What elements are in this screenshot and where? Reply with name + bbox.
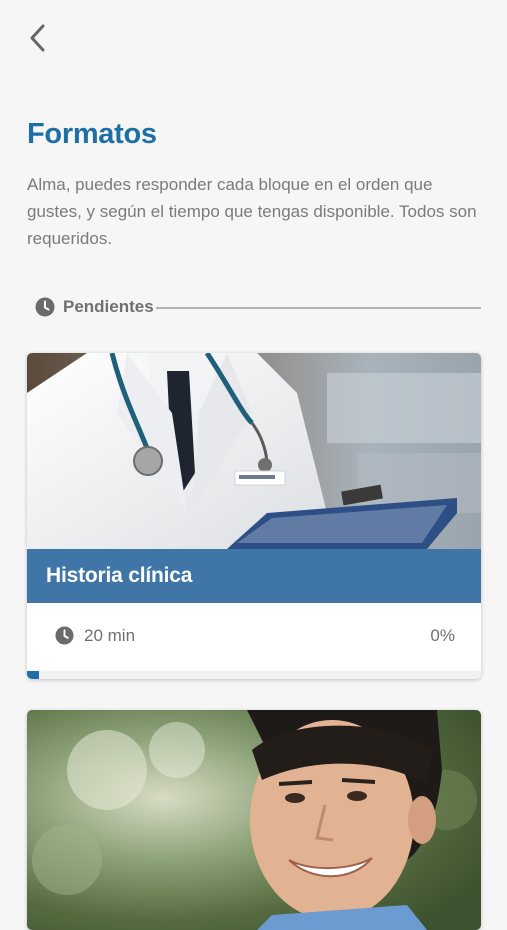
progress-percent: 0% (430, 626, 455, 645)
clock-icon (35, 297, 55, 317)
clock-icon (55, 626, 74, 645)
duration-label: 20 min (84, 626, 136, 645)
section-divider (155, 307, 481, 309)
section-header-pending: Pendientes (35, 294, 481, 320)
format-card-2[interactable] (27, 710, 481, 930)
card-image-young-man (27, 710, 481, 930)
section-label: Pendientes (63, 297, 154, 316)
chevron-left-icon (30, 24, 45, 52)
card-meta: 20 min 0% (27, 603, 481, 669)
back-button[interactable] (22, 20, 54, 56)
page-title: Formatos (27, 118, 157, 150)
progress-bar-fill (27, 671, 39, 679)
card-title: Historia clínica (46, 564, 193, 587)
card-title-banner: Historia clínica (27, 549, 481, 603)
format-card-historia-clinica[interactable]: Historia clínica 20 min 0% (27, 353, 481, 679)
progress-bar (27, 671, 481, 679)
intro-text: Alma, puedes responder cada bloque en el… (27, 175, 477, 248)
card-image-doctor (27, 353, 481, 549)
